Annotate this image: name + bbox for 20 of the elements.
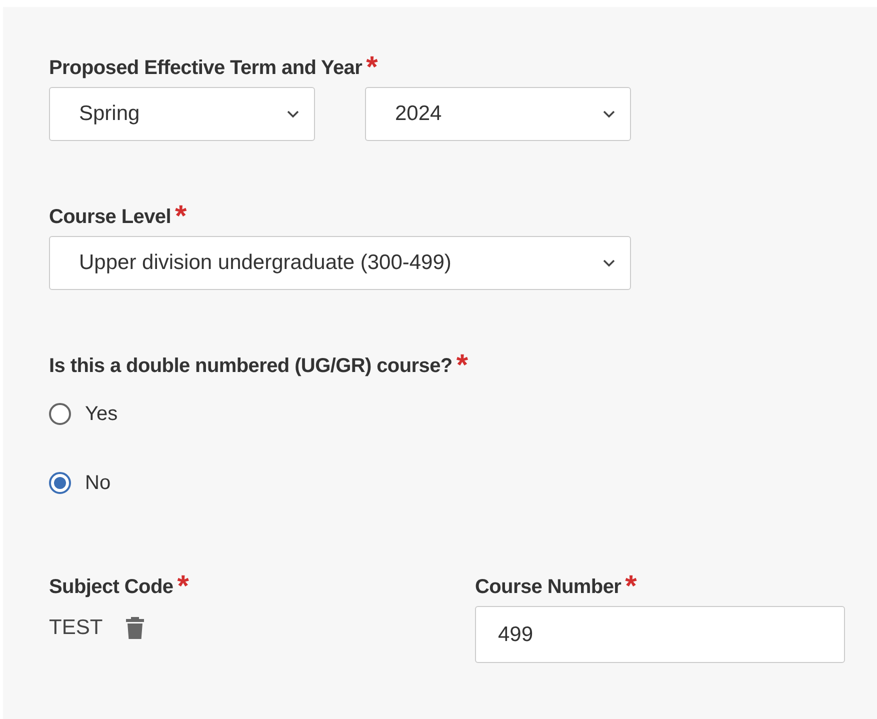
radio-label[interactable]: No: [85, 472, 111, 494]
required-mark: *: [625, 574, 637, 600]
field-label: Subject Code: [49, 575, 174, 600]
field-label: Course Number: [475, 575, 622, 600]
dropdown[interactable]: Upper division undergraduate (300-499): [49, 236, 631, 290]
radio-button[interactable]: [49, 403, 71, 425]
dropdown[interactable]: 2024: [365, 87, 631, 141]
course-number-field[interactable]: 499: [475, 606, 845, 663]
dropdown[interactable]: Spring: [49, 87, 315, 141]
required-mark: *: [177, 574, 189, 600]
trash-icon[interactable]: [124, 616, 145, 640]
field-label: Course Level: [49, 205, 172, 230]
required-mark: *: [456, 353, 468, 379]
radio-label[interactable]: Yes: [85, 402, 118, 426]
radio-button[interactable]: [49, 472, 71, 494]
required-mark: *: [175, 204, 187, 230]
required-mark: *: [366, 55, 378, 81]
field-label: Is this a double numbered (UG/GR) course?: [49, 354, 452, 379]
subject-code-value: TEST: [49, 616, 103, 640]
field-label: Proposed Effective Term and Year: [49, 56, 362, 81]
